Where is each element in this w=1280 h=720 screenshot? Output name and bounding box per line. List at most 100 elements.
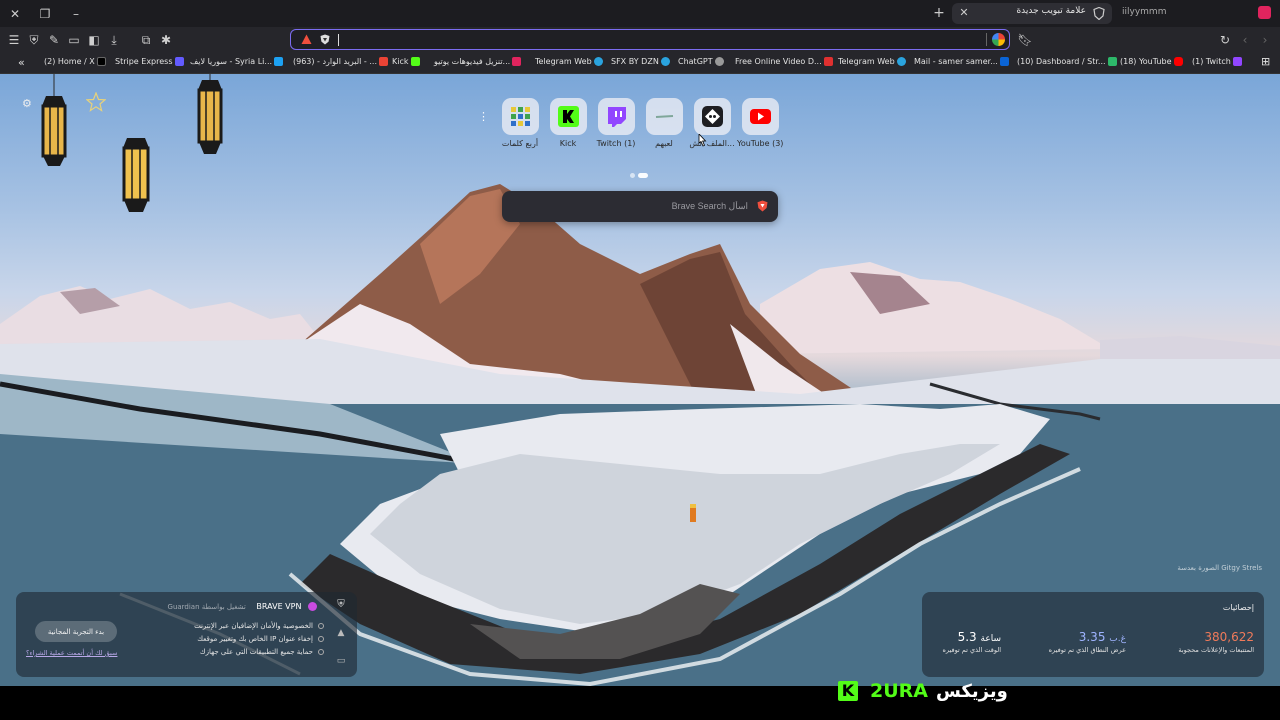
bookmark-item[interactable]: SFX BY DZN xyxy=(611,57,672,66)
bookmark-item[interactable]: (1) Twitch xyxy=(1192,57,1244,66)
lantern-decoration xyxy=(40,74,68,174)
brave-search-box[interactable] xyxy=(502,191,778,222)
video-bottom-strip xyxy=(0,686,1280,720)
window-icon[interactable]: ▭ xyxy=(334,654,348,668)
reload-icon[interactable]: ↻ xyxy=(1217,32,1233,48)
minimize-window-icon[interactable]: – xyxy=(67,5,85,23)
bookmark-item[interactable]: ChatGPT xyxy=(678,57,726,66)
page-settings-icon[interactable]: ⚙ xyxy=(22,98,34,110)
brave-rewards-icon[interactable] xyxy=(301,34,312,45)
restore-window-icon[interactable]: ❐ xyxy=(36,5,54,23)
vpn-feature-text: حماية جميع التطبيقات التي على جهازك xyxy=(199,648,313,656)
stats-title: إحصائيات xyxy=(1222,603,1254,612)
bookmark-item[interactable]: Kick xyxy=(392,57,422,66)
bookmark-label: ChatGPT xyxy=(678,57,713,66)
brave-vpn-widget: ⛨ ▲ ▭ BRAVE VPN تشغيل بواسطة Guardian ال… xyxy=(16,592,357,677)
syria-live-icon xyxy=(274,57,284,66)
check-icon xyxy=(318,649,324,655)
page-dot-active[interactable] xyxy=(638,173,648,178)
brave-shield-icon[interactable] xyxy=(320,34,330,45)
bookmark-icon[interactable]: 🔖︎ xyxy=(1017,32,1033,48)
bookmark-item[interactable]: Telegram Web xyxy=(535,57,605,66)
bookmark-item[interactable]: (18) YouTube xyxy=(1120,57,1185,66)
sidebar-icon[interactable]: ◧ xyxy=(86,32,102,48)
top-site-tile[interactable]: الملف الش... xyxy=(689,98,735,148)
lantern-decoration xyxy=(121,132,151,222)
vpn-shield-icon[interactable]: ⛨ xyxy=(334,598,348,612)
tile-label: الملف الش... xyxy=(689,139,735,148)
star-decoration-icon xyxy=(86,92,106,112)
stat-number: 3.35 xyxy=(1078,630,1106,644)
bookmark-item[interactable]: (10) Dashboard / Str... xyxy=(1017,57,1119,66)
tile-label: YouTube (3) xyxy=(737,139,784,148)
top-site-tile[interactable]: أربع كلمات xyxy=(497,98,543,148)
profile-name[interactable]: iilyymmm xyxy=(1122,7,1166,17)
stat-time: ساعة 5.3 الوقت الذي تم توفيره xyxy=(943,630,1001,654)
extensions-icon[interactable]: ✱ xyxy=(158,32,174,48)
lantern-decoration xyxy=(196,74,224,164)
gmail-icon xyxy=(379,57,388,66)
bookmark-label: Free Online Video D... xyxy=(735,57,822,66)
screenshot-icon[interactable]: ⧉ xyxy=(138,32,154,48)
toolbar: ☰ ⛨ ✎ ▭ ◧ ⤓ ⧉ ✱ 🔖︎ ↻ ‹ › xyxy=(0,27,1280,53)
back-icon[interactable]: ‹ xyxy=(1237,32,1253,48)
brave-search-icon xyxy=(757,200,768,212)
stat-unit: ساعة xyxy=(980,634,1001,644)
powered-by-label: تشغيل بواسطة xyxy=(201,603,246,611)
page-dot[interactable] xyxy=(630,173,635,178)
close-window-icon[interactable]: ✕ xyxy=(6,5,24,23)
bookmark-label: Stripe Express xyxy=(115,57,173,66)
stat-value: ساعة 5.3 xyxy=(943,630,1001,644)
top-site-tile[interactable]: Twitch (1) xyxy=(593,98,639,148)
top-sites-menu-icon[interactable]: ⋮ xyxy=(478,110,489,124)
bookmark-item[interactable]: تنزيل فيديوهات يوتيو... xyxy=(434,57,523,66)
bookmark-item[interactable]: (963) - البريد الوارد - ... xyxy=(293,57,390,66)
bookmark-item[interactable]: (2) Home / X xyxy=(44,57,108,66)
wallet-icon[interactable]: ▭ xyxy=(66,32,82,48)
download-icon[interactable]: ⤓ xyxy=(106,32,122,48)
already-purchased-link[interactable]: سبق لك أن أتممت عملية الشراء؟ xyxy=(26,649,117,657)
bookmark-label: (963) - البريد الوارد - ... xyxy=(293,57,377,66)
stat-label: عرض النطاق الذي تم توفيره xyxy=(1048,646,1126,654)
stat-number: 5.3 xyxy=(957,630,977,644)
top-sites: ⋮ أربع كلمات Kick Twitch (1) لعبهم الملف… xyxy=(472,98,792,158)
menu-icon[interactable]: ☰ xyxy=(6,32,22,48)
stat-number: 380,622 xyxy=(1204,630,1254,644)
stat-bandwidth: غ.ب 3.35 عرض النطاق الذي تم توفيره xyxy=(1049,630,1126,654)
bookmarks-overflow-icon[interactable]: « xyxy=(18,56,25,69)
bookmark-item[interactable]: Telegram Web xyxy=(838,57,908,66)
youtube-icon xyxy=(1173,57,1183,66)
apps-grid-icon[interactable]: ⊞ xyxy=(1261,55,1270,68)
start-free-trial-button[interactable]: بدء التجربة المجانية xyxy=(35,621,117,642)
brave-app-icon[interactable] xyxy=(1258,6,1271,19)
bookmark-label: (18) YouTube xyxy=(1120,57,1172,66)
bookmark-label: SFX BY DZN xyxy=(611,57,659,66)
title-bar: ✕ ❐ – + ✕ علامة تبويب جديدة iilyymmm xyxy=(0,0,1280,27)
tab-close-icon[interactable]: ✕ xyxy=(956,5,972,21)
photo-credit[interactable]: الصورة بعدسة Gitgy Strels xyxy=(1177,564,1262,572)
bookmark-item[interactable]: Stripe Express xyxy=(115,57,186,66)
vpn-feature: حماية جميع التطبيقات التي على جهازك xyxy=(199,648,324,656)
top-site-tile[interactable]: YouTube (3) xyxy=(737,98,783,148)
forward-icon[interactable]: › xyxy=(1257,32,1273,48)
tab-title: علامة تبويب جديدة xyxy=(1016,6,1086,16)
tile-label: لعبهم xyxy=(655,139,673,148)
address-bar[interactable] xyxy=(290,29,1010,50)
pen-icon[interactable]: ✎ xyxy=(46,32,62,48)
tab-new-tab[interactable]: ✕ علامة تبويب جديدة xyxy=(952,3,1112,24)
address-input[interactable] xyxy=(343,31,943,48)
vpn-header: BRAVE VPN تشغيل بواسطة Guardian xyxy=(168,602,317,611)
bookmark-item[interactable]: Mail - samer samer... xyxy=(914,57,1011,66)
google-search-engine-icon[interactable] xyxy=(992,33,1005,46)
bookmark-item[interactable]: سوريا لايف - Syria Li... xyxy=(190,57,285,66)
top-site-tile[interactable]: لعبهم xyxy=(641,98,687,148)
bookmark-label: (2) Home / X xyxy=(44,57,95,66)
stats-widget: إحصائيات 380,622 المتتبعات والإعلانات مح… xyxy=(922,592,1264,677)
top-site-tile[interactable]: Kick xyxy=(545,98,591,148)
new-tab-button[interactable]: + xyxy=(930,4,948,22)
shield-icon[interactable]: ⛨ xyxy=(26,32,42,48)
triangle-icon[interactable]: ▲ xyxy=(334,626,348,640)
bookmark-item[interactable]: Free Online Video D... xyxy=(735,57,835,66)
download-icon xyxy=(512,57,522,66)
search-input[interactable] xyxy=(512,198,748,214)
